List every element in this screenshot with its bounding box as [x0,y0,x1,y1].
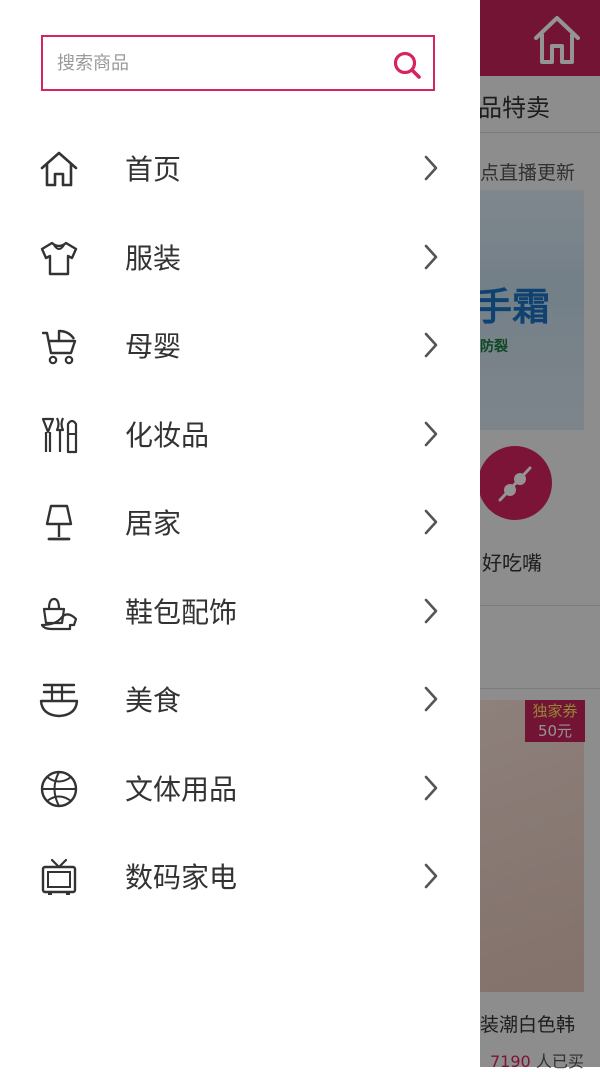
menu-item-sports[interactable]: 文体用品 [0,744,480,833]
navigation-drawer: 首页 服装 母婴 [0,0,480,1067]
menu-item-electronics[interactable]: 数码家电 [0,832,480,921]
ball-icon [40,770,78,807]
chevron-right-icon [424,598,438,623]
menu-item-cosmetics[interactable]: 化妆品 [0,390,480,479]
menu-item-home-living[interactable]: 居家 [0,478,480,567]
search-button[interactable] [391,49,423,81]
chevron-right-icon [424,509,438,535]
chevron-right-icon [424,863,438,889]
stroller-icon [41,329,77,365]
search-icon [393,51,421,79]
makeup-brushes-icon [41,417,78,453]
search-input[interactable] [57,47,377,79]
menu-item-label: 数码家电 [125,861,238,894]
menu-item-label: 化妆品 [125,418,210,452]
menu-item-food[interactable]: 美食 [0,655,480,744]
menu-item-label: 文体用品 [125,772,238,806]
menu-item-label: 美食 [125,684,182,717]
bag-shoe-icon [40,597,78,630]
chevron-right-icon [424,155,438,181]
tshirt-icon [40,241,78,275]
chevron-right-icon [424,775,438,800]
noodle-bowl-icon [39,683,79,718]
menu-item-home[interactable]: 首页 [0,124,480,213]
lamp-icon [45,504,73,541]
chevron-right-icon [424,686,438,712]
chevron-right-icon [424,332,438,358]
menu-item-clothing[interactable]: 服装 [0,213,480,302]
chevron-right-icon [424,244,438,269]
search-bar [41,35,435,91]
tv-icon [41,858,77,895]
menu-item-label: 服装 [125,241,182,275]
chevron-right-icon [424,421,438,446]
home-icon [40,151,78,187]
menu-item-label: 首页 [125,153,182,186]
menu-item-mother-baby[interactable]: 母婴 [0,301,480,390]
category-menu: 首页 服装 母婴 化妆品 居家 鞋包配饰 美食 文体用品 数码家电 [0,124,480,921]
menu-item-label: 居家 [125,507,182,540]
menu-item-shoes-bags[interactable]: 鞋包配饰 [0,567,480,656]
menu-item-label: 母婴 [125,330,182,363]
menu-item-label: 鞋包配饰 [125,595,238,629]
